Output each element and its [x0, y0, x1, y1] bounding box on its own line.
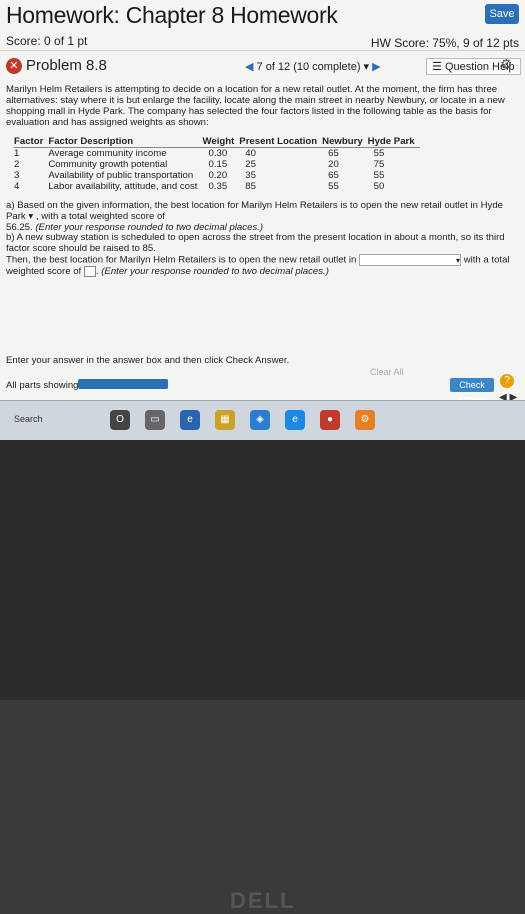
location-select[interactable]: ▾ — [359, 254, 462, 266]
col-description: Factor Description — [48, 136, 203, 148]
part-a-suffix: , with a total weighted score of — [35, 211, 165, 222]
parts-progress-bar — [78, 379, 168, 389]
factor-table: Factor Factor Description Weight Present… — [14, 136, 420, 192]
table-row: 1 Average community income 0.30 40 65 55 — [14, 148, 420, 160]
cell: Availability of public transportation — [48, 170, 194, 181]
save-button[interactable]: Save — [485, 4, 519, 24]
prev-question-icon[interactable]: ◀ — [245, 61, 253, 73]
cell: 1 — [14, 148, 20, 159]
cell: 65 — [328, 170, 339, 181]
edge-icon[interactable]: e — [180, 410, 200, 430]
ie-icon[interactable]: e — [285, 410, 305, 430]
table-row: 2 Community growth potential 0.15 25 20 … — [14, 159, 420, 170]
taskbar-search[interactable]: Search — [14, 414, 43, 424]
cell: 0.15 — [208, 159, 228, 170]
cell: Community growth potential — [48, 159, 168, 170]
table-row: 4 Labor availability, attitude, and cost… — [14, 181, 420, 192]
check-answer-button[interactable]: Check Answer — [450, 378, 494, 404]
cell: Average community income — [48, 148, 167, 159]
dell-logo: DELL — [230, 888, 296, 913]
question-dropdown-icon[interactable]: ▾ — [364, 61, 370, 73]
question-position: 7 of 12 (10 complete) — [256, 61, 361, 73]
problem-title: Problem 8.8 — [26, 57, 107, 74]
task-view-icon[interactable]: ▭ — [145, 410, 165, 430]
next-question-icon[interactable]: ▶ — [372, 61, 380, 73]
incorrect-x-icon: ✕ — [6, 58, 22, 74]
instruction-text: Enter your answer in the answer box and … — [6, 355, 290, 366]
part-a: a) Based on the given information, the b… — [6, 200, 504, 233]
location-dropdown-icon[interactable]: ▾ — [28, 211, 33, 222]
problem-intro: Marilyn Helm Retailers is attempting to … — [6, 84, 505, 128]
cell: Labor availability, attitude, and cost — [48, 181, 198, 192]
part-b-question: b) A new subway station is scheduled to … — [6, 232, 505, 254]
page-title: Homework: Chapter 8 Homework — [6, 2, 338, 28]
cell: 65 — [328, 148, 339, 159]
cell: 55 — [328, 181, 339, 192]
cell: 75 — [373, 159, 385, 170]
cell: 4 — [14, 181, 20, 192]
col-factor: Factor — [14, 136, 49, 148]
cell: 55 — [373, 148, 385, 159]
cell: 20 — [328, 159, 339, 170]
part-b-note: (Enter your response rounded to two deci… — [101, 266, 329, 278]
weighted-score-input[interactable] — [83, 266, 96, 277]
cell: 2 — [14, 159, 20, 170]
cell: 85 — [245, 181, 256, 192]
col-weight: Weight — [202, 136, 240, 148]
col-present: Present Location — [239, 136, 323, 148]
laptop-bezel: DELL — [0, 440, 525, 913]
cell: 3 — [14, 170, 20, 181]
cell: 25 — [245, 159, 256, 170]
store-icon[interactable]: ◈ — [250, 410, 270, 430]
table-header-row: Factor Factor Description Weight Present… — [14, 136, 420, 148]
cell: 35 — [245, 170, 256, 181]
cell: 0.35 — [208, 181, 228, 192]
gear-icon[interactable]: ⚙ — [500, 56, 513, 73]
problem-score: Score: 0 of 1 pt — [6, 34, 88, 48]
list-icon: ☰ — [432, 61, 442, 73]
col-newbury: Newbury — [322, 136, 368, 148]
app-icon[interactable]: ● — [320, 410, 340, 430]
table-row: 3 Availability of public transportation … — [14, 170, 420, 181]
part-b-answer-line: Then, the best location for Marilyn Helm… — [6, 254, 510, 278]
help-icon[interactable]: ? — [500, 374, 514, 388]
cell: 40 — [245, 148, 256, 159]
hw-score: HW Score: 75%, 9 of 12 pts — [370, 36, 519, 50]
col-hydepark: Hyde Park — [367, 136, 420, 148]
clear-all-button[interactable]: Clear All — [370, 367, 404, 377]
settings-icon[interactable]: ⚙ — [355, 410, 375, 430]
cell: 0.30 — [208, 148, 228, 159]
cortana-icon[interactable]: O — [110, 410, 130, 430]
cell: 0.20 — [208, 170, 228, 181]
cell: 55 — [373, 170, 385, 181]
part-b-prefix: Then, the best location for Marilyn Helm… — [6, 254, 357, 266]
cell: 50 — [373, 181, 385, 192]
file-explorer-icon[interactable]: ▦ — [215, 410, 235, 430]
title-bar: Homework: Chapter 8 Homework Save — [0, 0, 525, 30]
question-nav: ◀ 7 of 12 (10 complete) ▾ ▶ — [245, 60, 381, 73]
